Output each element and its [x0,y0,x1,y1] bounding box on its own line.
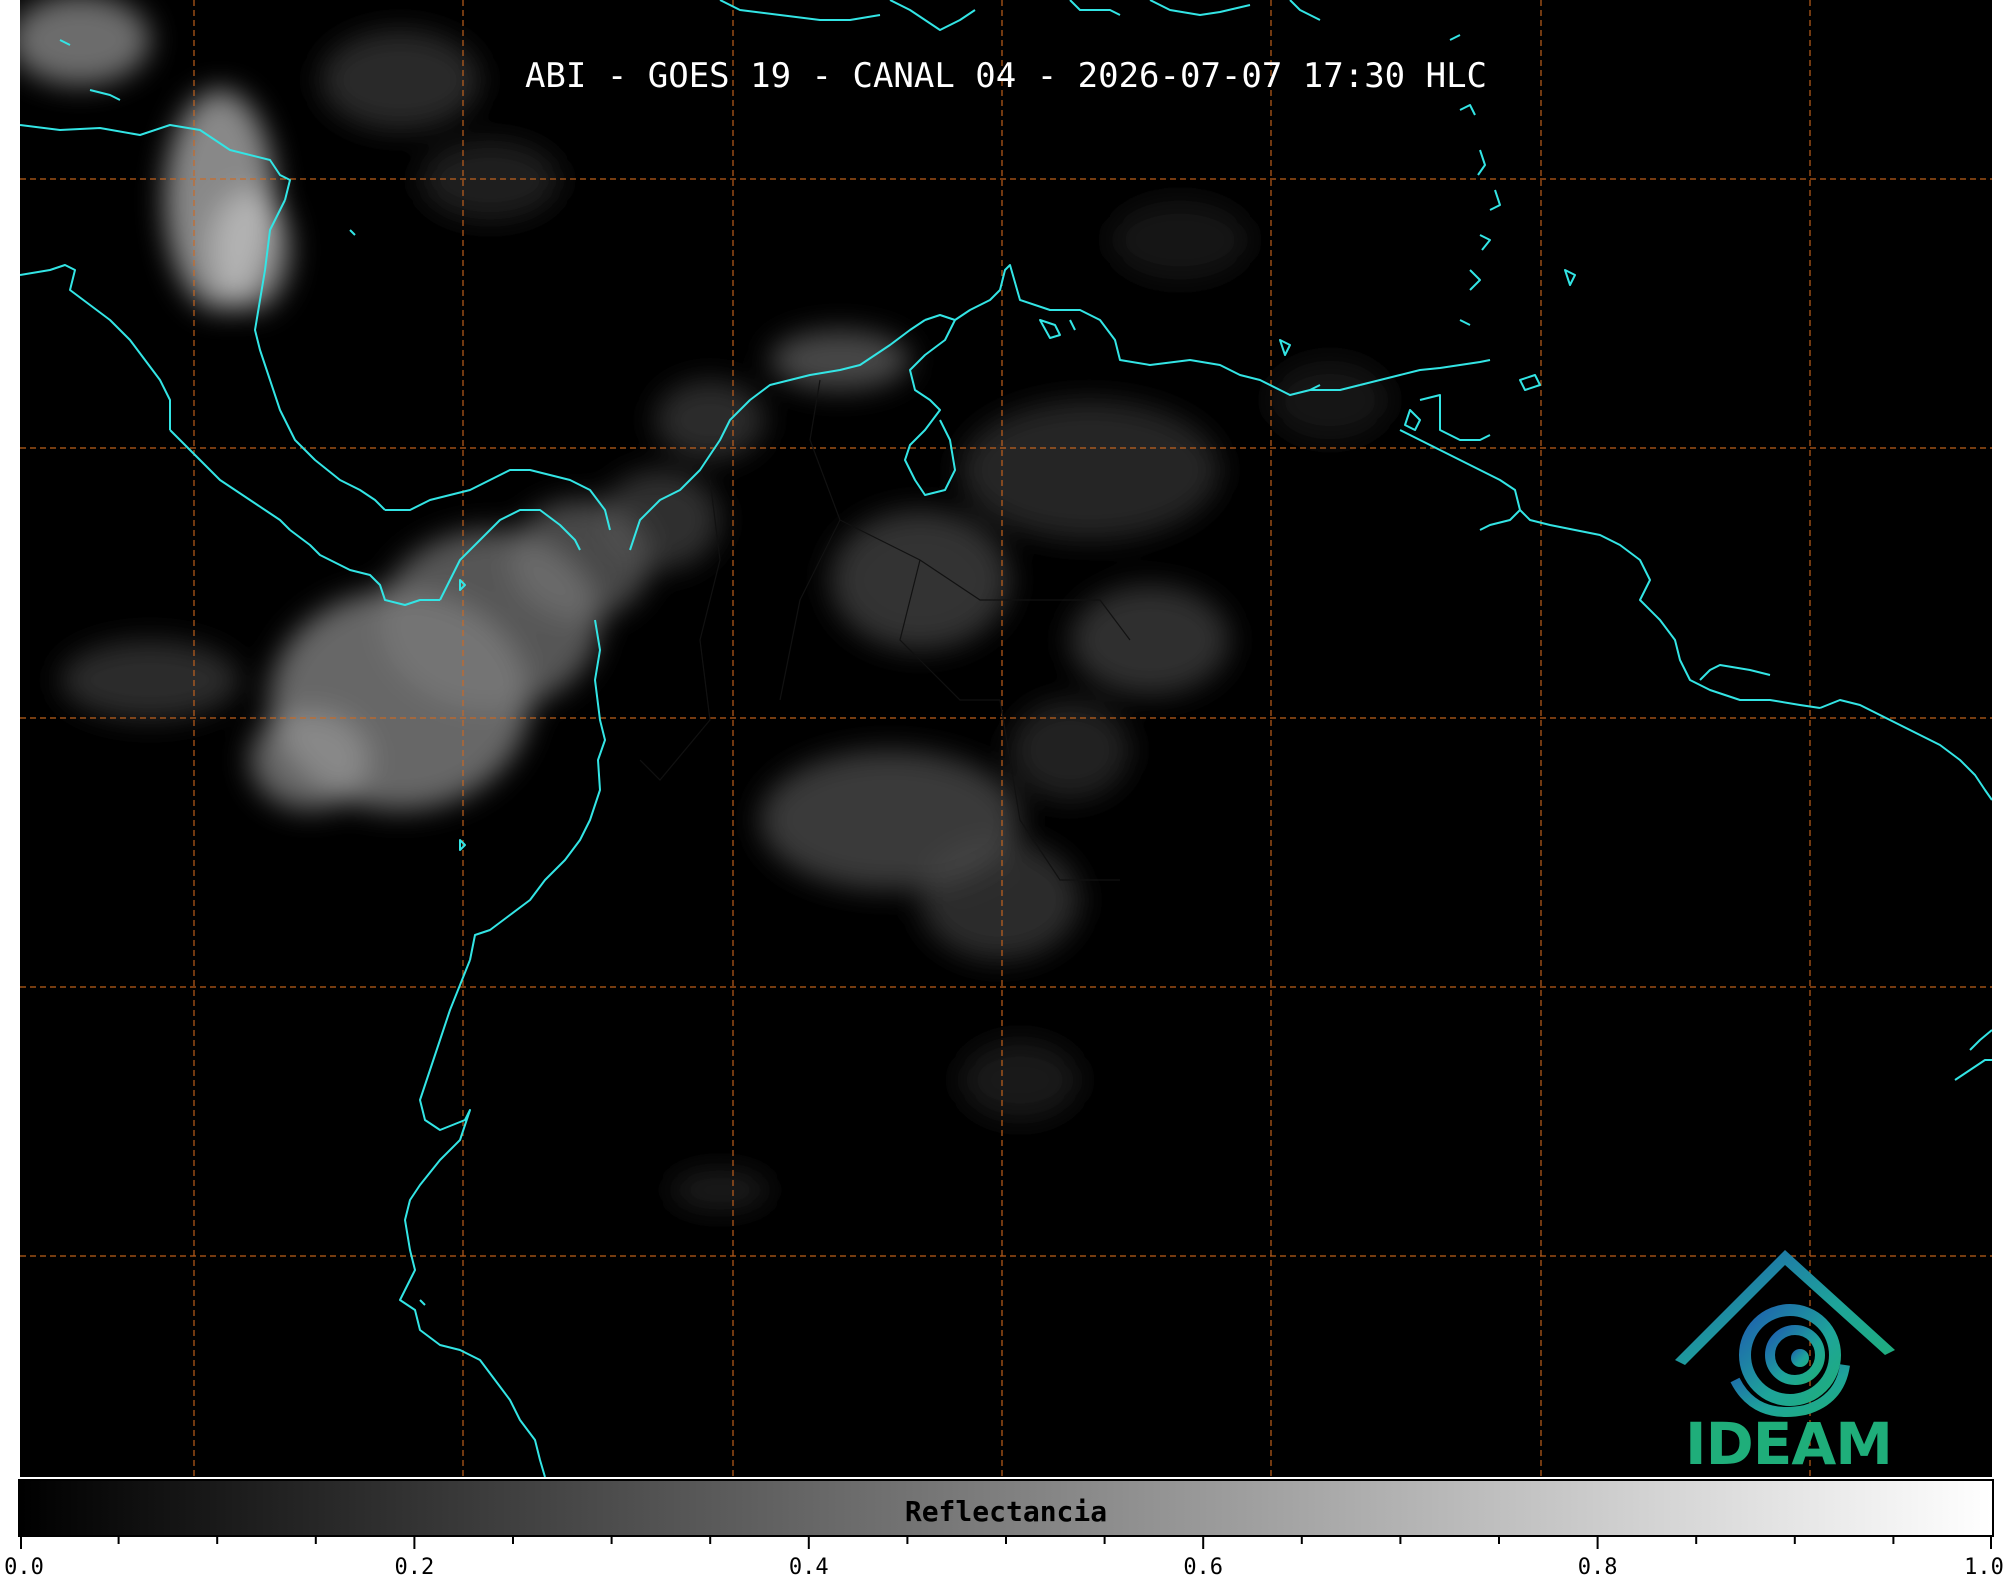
map-title: ABI - GOES 19 - CANAL 04 - 2026-07-07 17… [524,56,1488,96]
reflectance-colorbar: Reflectancia [18,1479,1994,1537]
colorbar-tick-label: 0.4 [788,1555,829,1580]
colorbar-tick-label: 0.6 [1183,1555,1224,1580]
colorbar-tick-label: 0.2 [394,1555,435,1580]
colorbar-axis: 0.0 0.2 0.4 0.6 0.8 1.0 [4,1535,2004,1580]
satellite-map[interactable]: ABI - GOES 19 - CANAL 04 - 2026-07-07 17… [20,0,1992,1477]
ideam-logo-text: IDEAM [1685,1410,1893,1477]
colorbar-label: Reflectancia [904,1495,1108,1528]
colorbar-tick-label: 0.0 [4,1555,44,1580]
colorbar-tick-marks [20,1535,1992,1549]
colorbar-tick-label: 1.0 [1964,1555,2004,1580]
cloud-layer [20,0,1390,1210]
colorbar-tick-label: 0.8 [1577,1555,1618,1580]
